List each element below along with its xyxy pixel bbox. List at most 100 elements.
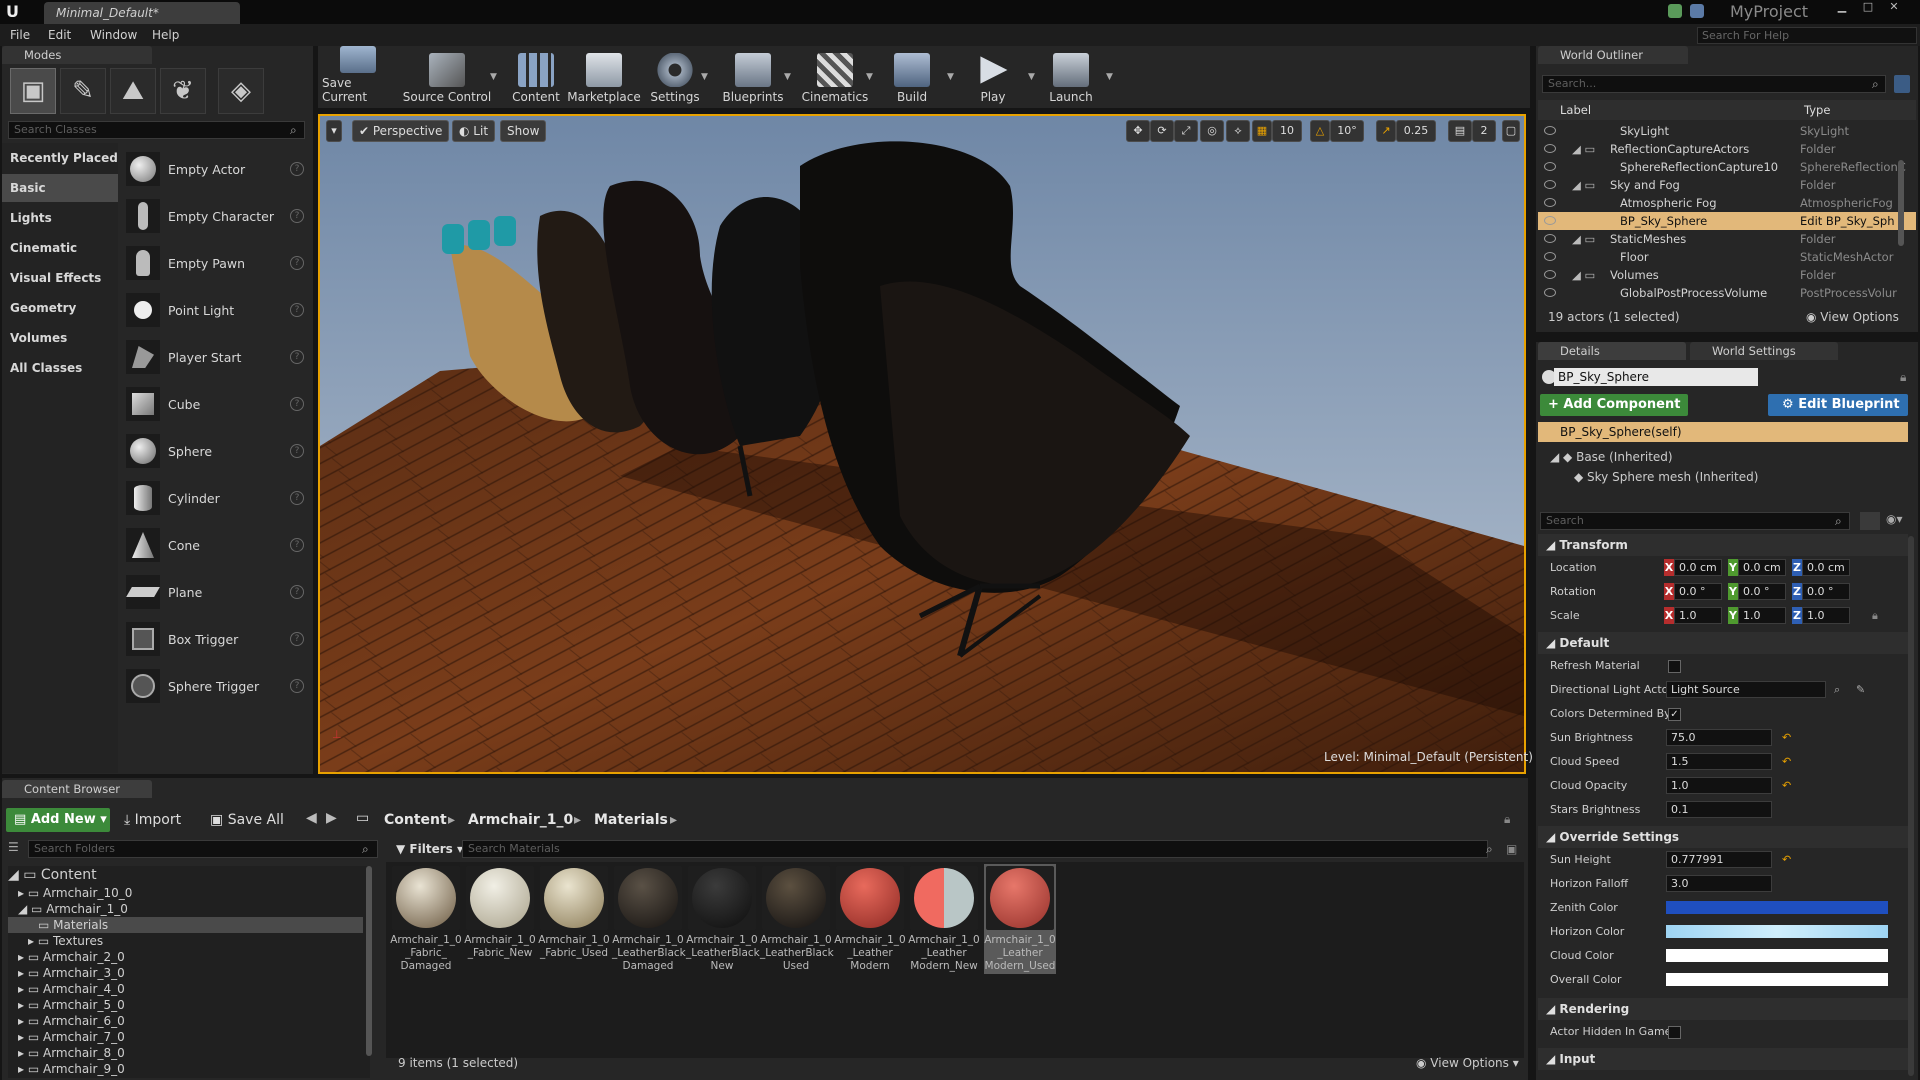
place-item-empty-actor[interactable]: Empty Actor? [126,146,312,192]
asset-tile[interactable]: Armchair_1_0 _Leather Modern_New [908,864,980,974]
tree-item[interactable]: ▸ ▭ Armchair_10_0 [8,885,363,901]
tree-item[interactable]: ▸ ▭ Armchair_6_0 [8,1013,363,1029]
import-button[interactable]: ⤓ Import [124,810,181,830]
overall-color-swatch[interactable] [1666,973,1888,986]
directional-light-select[interactable]: Light Source [1666,681,1826,698]
help-icon[interactable]: ? [290,350,304,364]
search-classes-input[interactable]: Search Classes [8,121,305,139]
actor-hidden-checkbox[interactable] [1668,1026,1681,1039]
rotation-x-field[interactable]: 0.0 ° [1674,583,1722,600]
menu-edit[interactable]: Edit [48,24,71,46]
add-new-button[interactable]: ▤ Add New ▾ [6,808,110,832]
eye-icon[interactable] [1544,270,1556,279]
scale-x-field[interactable]: 1.0 [1674,607,1722,624]
launch-button[interactable]: Launch [1040,46,1102,108]
cloud-opacity-field[interactable]: 1.0 [1666,777,1772,794]
folder-open-icon[interactable]: ▭ [356,810,369,826]
eye-icon[interactable] [1544,162,1556,171]
chevron-down-icon[interactable]: ▼ [701,72,708,82]
foliage-mode-icon[interactable]: ❦ [160,68,206,114]
camera-speed-value[interactable]: 2 [1472,120,1496,142]
category-visual-effects[interactable]: Visual Effects [2,264,118,292]
chevron-right-icon[interactable]: ▸ [574,810,581,830]
back-icon[interactable]: ◀ [306,810,317,826]
place-item-plane[interactable]: Plane? [126,569,312,615]
search-materials-input[interactable]: Search Materials [462,840,1488,858]
grid-size-value[interactable]: 10 [1272,120,1302,142]
notification-icon[interactable] [1668,4,1682,18]
sources-toggle-icon[interactable]: ☰ [8,840,19,854]
blueprints-button[interactable]: Blueprints [718,46,788,108]
outliner-row[interactable]: Floor StaticMeshActor [1538,248,1916,266]
scale-z-field[interactable]: 1.0 [1802,607,1850,624]
content-button[interactable]: Content [508,46,564,108]
help-icon[interactable]: ? [290,444,304,458]
paint-mode-icon[interactable]: ✎ [60,68,106,114]
close-icon[interactable]: ✕ [1882,0,1906,16]
reset-icon[interactable]: ↶ [1782,848,1791,872]
category-geometry[interactable]: Geometry [2,294,118,322]
outliner-row[interactable]: SphereReflectionCapture10 SphereReflectio… [1538,158,1916,176]
scale-y-field[interactable]: 1.0 [1738,607,1786,624]
rotate-icon[interactable]: ⟳ [1150,120,1174,142]
component-self-row[interactable]: BP_Sky_Sphere(self) [1538,422,1908,442]
place-item-cylinder[interactable]: Cylinder? [126,475,312,521]
eye-icon[interactable]: ◉▾ [1886,512,1903,526]
grid-snap-icon[interactable]: ▦ [1252,120,1272,142]
eye-icon[interactable] [1544,180,1556,189]
horizon-falloff-field[interactable]: 3.0 [1666,875,1772,892]
level-tab[interactable]: Minimal_Default* [44,2,240,24]
lock-icon[interactable]: 🔒︎ [1900,370,1906,385]
details-scrollbar[interactable] [1908,536,1914,1076]
search-folders-input[interactable]: Search Folders [28,840,378,858]
colors-determined-checkbox[interactable]: ✓ [1668,708,1681,721]
translate-icon[interactable]: ✥ [1126,120,1150,142]
tree-item[interactable]: ▸ ▭ Armchair_7_0 [8,1029,363,1045]
browse-icon[interactable]: ⌕ [1834,678,1840,702]
perspective-button[interactable]: ✔ Perspective [352,120,450,142]
tree-item[interactable]: ▸ ▭ Armchair_3_0 [8,965,363,981]
minimize-icon[interactable]: ▁ [1830,0,1854,16]
outliner-row[interactable]: ◢ ▭ StaticMeshes Folder [1538,230,1916,248]
place-item-empty-pawn[interactable]: Empty Pawn? [126,240,312,286]
category-lights[interactable]: Lights [2,204,118,232]
save-search-icon[interactable]: ▣ [1506,842,1517,856]
tree-item[interactable]: ▸ ▭ Armchair_5_0 [8,997,363,1013]
reset-icon[interactable]: ↶ [1782,774,1791,798]
outliner-scrollbar[interactable] [1898,160,1904,246]
place-item-cone[interactable]: Cone? [126,522,312,568]
filters-button[interactable]: ▼ Filters ▾ [396,840,463,858]
transform-section[interactable]: ◢ Transform [1538,534,1908,556]
type-column-header[interactable]: Type [1804,100,1830,120]
eye-icon[interactable] [1544,216,1556,225]
eyedropper-icon[interactable]: ✎ [1856,678,1865,702]
tree-item[interactable]: ▸ ▭ Textures [8,933,363,949]
rendering-section[interactable]: ◢ Rendering [1538,998,1908,1020]
category-all-classes[interactable]: All Classes [2,354,118,382]
eye-icon[interactable] [1544,288,1556,297]
sky-sphere-mesh-row[interactable]: ◆ Sky Sphere mesh (Inherited) [1574,470,1758,484]
edit-blueprint-button[interactable]: ⚙ Edit Blueprint ▾ [1768,394,1908,434]
help-icon[interactable]: ? [290,209,304,223]
maximize-icon[interactable]: □ [1856,0,1880,16]
chevron-down-icon[interactable]: ▼ [866,72,873,82]
zenith-color-swatch[interactable] [1666,901,1888,914]
landscape-mode-icon[interactable]: ⛰ [110,68,156,114]
outliner-row[interactable]: Atmospheric Fog AtmosphericFog [1538,194,1916,212]
actor-name-field[interactable]: BP_Sky_Sphere [1554,368,1758,386]
place-item-point-light[interactable]: Point Light? [126,287,312,333]
asset-tile[interactable]: Armchair_1_0 _LeatherBlack New [686,864,760,974]
lock-icon[interactable]: 🔒︎ [1504,812,1510,827]
place-item-empty-character[interactable]: Empty Character? [126,193,312,239]
property-matrix-icon[interactable] [1860,512,1880,530]
show-button[interactable]: Show [500,120,547,142]
details-tab[interactable]: Details [1538,342,1686,360]
asset-tile[interactable]: Armchair_1_0 _Leather Modern [834,864,906,974]
help-icon[interactable]: ? [290,256,304,270]
override-settings-section[interactable]: ◢ Override Settings [1538,826,1908,848]
stars-brightness-field[interactable]: 0.1 [1666,801,1772,818]
angle-snap-icon[interactable]: △ [1310,120,1330,142]
help-icon[interactable]: ? [290,162,304,176]
content-view-options[interactable]: ◉ View Options ▾ [1416,1056,1519,1070]
location-y-field[interactable]: 0.0 cm [1738,559,1786,576]
